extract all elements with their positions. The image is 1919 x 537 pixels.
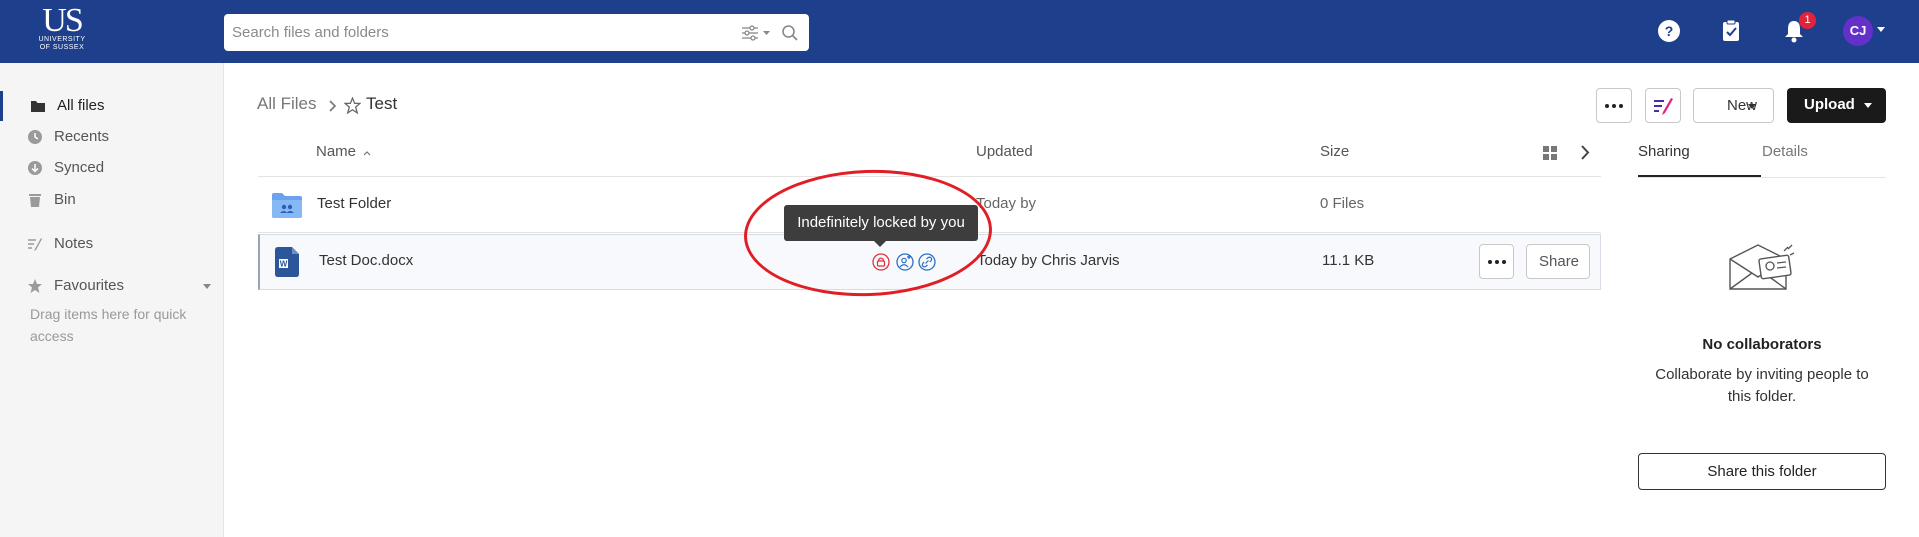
logo-subtext: OF SUSSEX: [39, 44, 85, 51]
share-this-folder-button[interactable]: Share this folder: [1638, 453, 1886, 490]
share-this-folder-label: Share this folder: [1707, 463, 1817, 480]
share-button-label: Share: [1539, 253, 1580, 270]
svg-text:?: ?: [1665, 23, 1674, 39]
sync-icon: [28, 161, 42, 175]
column-header-updated[interactable]: Updated: [976, 143, 1033, 160]
file-updated: Today by: [976, 195, 1037, 212]
empty-state-description: Collaborate by inviting people to this f…: [1655, 366, 1869, 405]
upload-button-label: Upload: [1804, 96, 1855, 113]
more-dots-icon: [1605, 104, 1623, 108]
sidebar-item-label: Bin: [54, 191, 76, 208]
breadcrumb-current: Test: [366, 94, 398, 113]
sidebar: All files Recents Synced Bin Notes Favou…: [0, 63, 224, 537]
share-button[interactable]: Share: [1526, 244, 1590, 279]
sidebar-item-label: Favourites: [54, 277, 125, 294]
sidebar-item-favourites[interactable]: Favourites: [0, 271, 224, 301]
new-button[interactable]: New: [1693, 88, 1774, 123]
lock-icon[interactable]: [872, 253, 890, 271]
tab-details[interactable]: Details: [1762, 143, 1808, 160]
empty-state-title: No collaborators: [1702, 336, 1822, 353]
shared-folder-icon: [272, 193, 302, 218]
top-bar: US UNIVERSITY OF SUSSEX ? 1 CJ: [0, 0, 1919, 63]
svg-text:W: W: [280, 260, 288, 269]
user-avatar[interactable]: CJ: [1843, 16, 1873, 46]
file-size: 0 Files: [1320, 195, 1365, 212]
tasks-icon[interactable]: [1718, 18, 1744, 44]
search-icon[interactable]: [781, 24, 799, 42]
sidebar-item-synced[interactable]: Synced: [0, 153, 224, 183]
file-size: 11.1 KB: [1322, 252, 1375, 269]
sidebar-item-recents[interactable]: Recents: [0, 122, 224, 152]
file-name[interactable]: Test Doc.docx: [319, 252, 413, 269]
sidebar-item-bin[interactable]: Bin: [0, 185, 224, 215]
note-pen-icon: [1654, 98, 1673, 115]
filter-icon[interactable]: [741, 25, 771, 41]
chevron-down-icon[interactable]: [1877, 27, 1885, 32]
new-note-button[interactable]: [1645, 88, 1681, 123]
lock-tooltip: Indefinitely locked by you: [784, 205, 978, 241]
column-header-label: Name: [316, 143, 357, 160]
trash-icon: [29, 194, 41, 207]
sidebar-item-all-files[interactable]: All files: [0, 91, 224, 121]
chevron-down-icon[interactable]: [203, 284, 211, 289]
star-icon: [28, 279, 42, 293]
sidebar-item-label: Notes: [54, 235, 94, 252]
chevron-down-icon: [1748, 104, 1756, 109]
more-dots-icon: [1488, 260, 1506, 264]
sidebar-item-label: All files: [57, 97, 105, 114]
file-name[interactable]: Test Folder: [317, 195, 391, 212]
chevron-right-icon[interactable]: [1580, 145, 1590, 160]
clock-icon: [28, 130, 42, 144]
chevron-down-icon: [1864, 103, 1872, 108]
notification-badge: 1: [1799, 12, 1816, 29]
notes-icon: [28, 238, 42, 251]
help-icon[interactable]: ?: [1656, 18, 1682, 44]
search-box: [224, 14, 809, 51]
file-updated: Today by Chris Jarvis: [977, 252, 1120, 269]
sidebar-item-notes[interactable]: Notes: [0, 229, 224, 259]
chevron-right-icon: [329, 100, 337, 112]
folder-icon: [31, 101, 45, 112]
breadcrumb-root[interactable]: All Files: [257, 94, 317, 114]
tooltip-arrow: [874, 241, 886, 247]
sidebar-item-label: Synced: [54, 159, 105, 176]
favourites-drag-hint: Drag items here for quick access: [30, 306, 187, 344]
logo-subtext: UNIVERSITY: [38, 36, 86, 43]
logo-mark: US: [42, 2, 83, 39]
search-input[interactable]: [232, 14, 732, 51]
add-collaborator-icon[interactable]: [896, 253, 914, 271]
tab-sharing[interactable]: Sharing: [1638, 143, 1690, 160]
grid-view-icon[interactable]: [1543, 146, 1557, 160]
university-logo[interactable]: US UNIVERSITY OF SUSSEX: [32, 2, 92, 58]
more-options-button[interactable]: [1596, 88, 1632, 123]
sort-ascending-icon: [363, 151, 371, 156]
table-row[interactable]: W Test Doc.docx Today by Chris Jarvis 11…: [258, 234, 1601, 290]
link-icon[interactable]: [918, 253, 936, 271]
star-outline-icon[interactable]: [344, 97, 361, 114]
tab-divider: [1638, 177, 1886, 178]
column-header-size[interactable]: Size: [1320, 143, 1349, 160]
word-doc-icon: W: [275, 247, 299, 277]
envelope-invite-icon: [1729, 244, 1795, 290]
upload-button[interactable]: Upload: [1787, 88, 1886, 123]
column-header-name[interactable]: Name: [316, 143, 371, 160]
row-more-options-button[interactable]: [1479, 244, 1514, 279]
sidebar-item-label: Recents: [54, 128, 110, 145]
